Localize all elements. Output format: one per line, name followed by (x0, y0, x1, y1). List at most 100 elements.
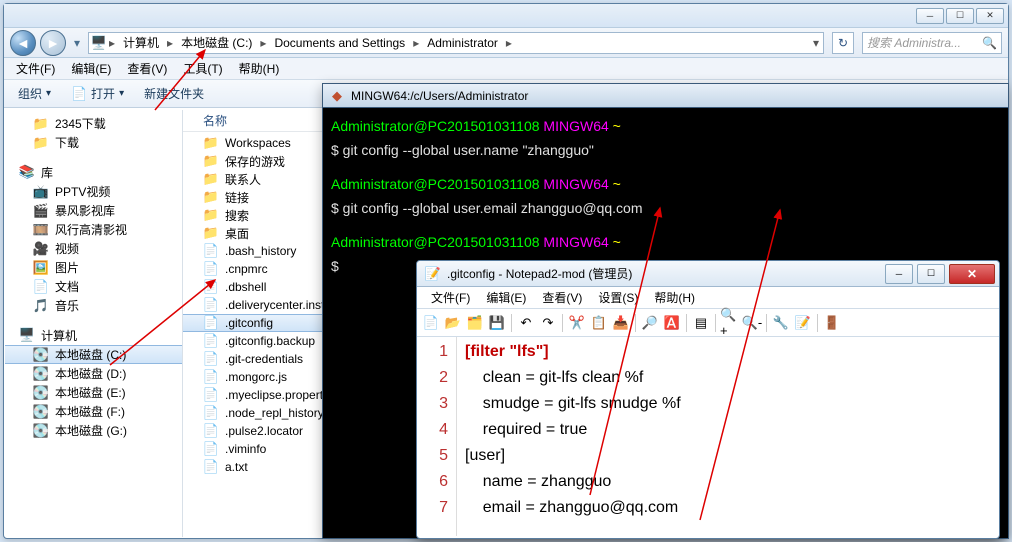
zoom-in-icon[interactable]: 🔍+ (720, 313, 740, 333)
code-content[interactable]: [filter "lfs"] clean = git-lfs clean %f … (457, 337, 999, 536)
tool-icon[interactable]: 🔧 (771, 313, 791, 333)
drive-icon: 💽 (33, 347, 49, 363)
notepad-window: 📝.gitconfig - Notepad2-mod (管理员) ─ ☐ ✕ 文… (416, 260, 1000, 539)
line-numbers: 1234567 (417, 337, 457, 536)
undo-icon[interactable]: ↶ (516, 313, 536, 333)
tree-item[interactable]: 📄文档 (5, 277, 182, 296)
notepad-icon: 📝 (425, 266, 441, 282)
maximize-button[interactable]: ☐ (917, 264, 945, 284)
folder-icon: 📁 (203, 135, 219, 151)
library-item-icon: 📄 (33, 279, 49, 295)
terminal-title-bar: ◆ MINGW64:/c/Users/Administrator (323, 84, 1008, 108)
menu-file[interactable]: 文件(F) (423, 287, 478, 308)
crumb-item[interactable]: Administrator (421, 33, 504, 53)
library-item-icon: 🎞️ (33, 222, 49, 238)
file-icon: 📄 (203, 459, 219, 475)
crumb-item[interactable]: 本地磁盘 (C:) (175, 33, 258, 53)
file-icon: 📄 (203, 423, 219, 439)
menu-bar: 文件(F) 编辑(E) 查看(V) 工具(T) 帮助(H) (4, 58, 1008, 80)
open-button[interactable]: 📄打开 ▾ (65, 83, 130, 104)
file-icon: 📄 (203, 333, 219, 349)
breadcrumb[interactable]: 🖥️ ▸ 计算机▸ 本地磁盘 (C:)▸ Documents and Setti… (88, 32, 824, 54)
drive-icon: 💽 (33, 423, 49, 439)
folder-icon: 📁 (203, 153, 219, 169)
menu-edit[interactable]: 编辑(E) (478, 287, 534, 308)
replace-icon[interactable]: 🅰️ (662, 313, 682, 333)
file-icon: 📄 (203, 405, 219, 421)
find-icon[interactable]: 🔎 (640, 313, 660, 333)
file-icon: 📄 (203, 279, 219, 295)
minimize-button[interactable]: ─ (916, 8, 944, 24)
file-icon: 📄 (203, 261, 219, 277)
cut-icon[interactable]: ✂️ (567, 313, 587, 333)
library-item-icon: 🎵 (33, 298, 49, 314)
tree-item[interactable]: 🎞️风行高清影视 (5, 220, 182, 239)
minimize-button[interactable]: ─ (885, 264, 913, 284)
explorer-icon[interactable]: 🗂️ (465, 313, 485, 333)
tree-item[interactable]: 🎵音乐 (5, 296, 182, 315)
drive-item[interactable]: 💽本地磁盘 (G:) (5, 421, 182, 440)
zoom-out-icon[interactable]: 🔍- (742, 313, 762, 333)
crumb-item[interactable]: 计算机 (117, 33, 165, 53)
close-button[interactable]: ✕ (976, 8, 1004, 24)
wrap-icon[interactable]: ▤ (691, 313, 711, 333)
tree-item[interactable]: 📁下载 (5, 133, 182, 152)
crumb-item[interactable]: Documents and Settings (268, 33, 411, 53)
menu-view[interactable]: 查看(V) (534, 287, 590, 308)
file-icon: 📄 (203, 243, 219, 259)
tree-item[interactable]: 🎥视频 (5, 239, 182, 258)
search-input[interactable]: 搜索 Administra... 🔍 (862, 32, 1002, 54)
menu-file[interactable]: 文件(F) (8, 58, 63, 79)
close-button[interactable]: ✕ (949, 264, 995, 284)
open-icon[interactable]: 📂 (443, 313, 463, 333)
search-icon: 🔍 (982, 36, 997, 50)
menu-help[interactable]: 帮助(H) (646, 287, 703, 308)
libraries-node[interactable]: 📚库 (5, 162, 182, 182)
drive-item[interactable]: 💽本地磁盘 (F:) (5, 402, 182, 421)
drive-item[interactable]: 💽本地磁盘 (E:) (5, 383, 182, 402)
tree-item[interactable]: 📺PPTV视频 (5, 182, 182, 201)
menu-edit[interactable]: 编辑(E) (63, 58, 119, 79)
drive-item[interactable]: 💽本地磁盘 (D:) (5, 364, 182, 383)
computer-node[interactable]: 🖥️计算机 (5, 325, 182, 345)
folder-icon: 📁 (203, 225, 219, 241)
terminal-body[interactable]: Administrator@PC201501031108 MINGW64 ~$ … (323, 108, 1008, 284)
file-icon: 📄 (203, 297, 219, 313)
exit-icon[interactable]: 🚪 (822, 313, 842, 333)
save-icon[interactable]: 💾 (487, 313, 507, 333)
folder-icon: 📁 (203, 189, 219, 205)
dropdown-icon[interactable]: ▾ (811, 36, 821, 50)
refresh-button[interactable]: ↻ (832, 32, 854, 54)
tree-item[interactable]: 🎬暴风影视库 (5, 201, 182, 220)
menu-settings[interactable]: 设置(S) (590, 287, 646, 308)
settings-icon[interactable]: 📝 (793, 313, 813, 333)
file-icon: 📄 (71, 86, 87, 102)
copy-icon[interactable]: 📋 (589, 313, 609, 333)
computer-icon: 🖥️ (19, 327, 35, 343)
menu-tools[interactable]: 工具(T) (175, 58, 230, 79)
paste-icon[interactable]: 📥 (611, 313, 631, 333)
library-item-icon: 🎥 (33, 241, 49, 257)
file-icon: 📄 (203, 387, 219, 403)
tree-item[interactable]: 📁2345下载 (5, 114, 182, 133)
back-button[interactable]: ◄ (10, 30, 36, 56)
organize-button[interactable]: 组织 ▾ (12, 83, 57, 104)
tree-item[interactable]: 🖼️图片 (5, 258, 182, 277)
menu-view[interactable]: 查看(V) (119, 58, 175, 79)
notepad-title-bar: 📝.gitconfig - Notepad2-mod (管理员) ─ ☐ ✕ (417, 261, 999, 287)
drive-item[interactable]: 💽本地磁盘 (C:) (5, 345, 182, 364)
forward-button[interactable]: ► (40, 30, 66, 56)
drive-icon: 💽 (33, 366, 49, 382)
redo-icon[interactable]: ↷ (538, 313, 558, 333)
maximize-button[interactable]: ☐ (946, 8, 974, 24)
new-file-icon[interactable]: 📄 (421, 313, 441, 333)
new-folder-button[interactable]: 新建文件夹 (138, 83, 210, 104)
menu-help[interactable]: 帮助(H) (231, 58, 288, 79)
file-icon: 📄 (203, 369, 219, 385)
drive-icon: 💽 (33, 385, 49, 401)
title-bar: ─ ☐ ✕ (4, 4, 1008, 28)
editor-area[interactable]: 1234567 [filter "lfs"] clean = git-lfs c… (417, 337, 999, 536)
history-dropdown-icon[interactable]: ▾ (70, 30, 84, 56)
terminal-title: MINGW64:/c/Users/Administrator (351, 89, 1002, 103)
file-icon: 📄 (203, 441, 219, 457)
